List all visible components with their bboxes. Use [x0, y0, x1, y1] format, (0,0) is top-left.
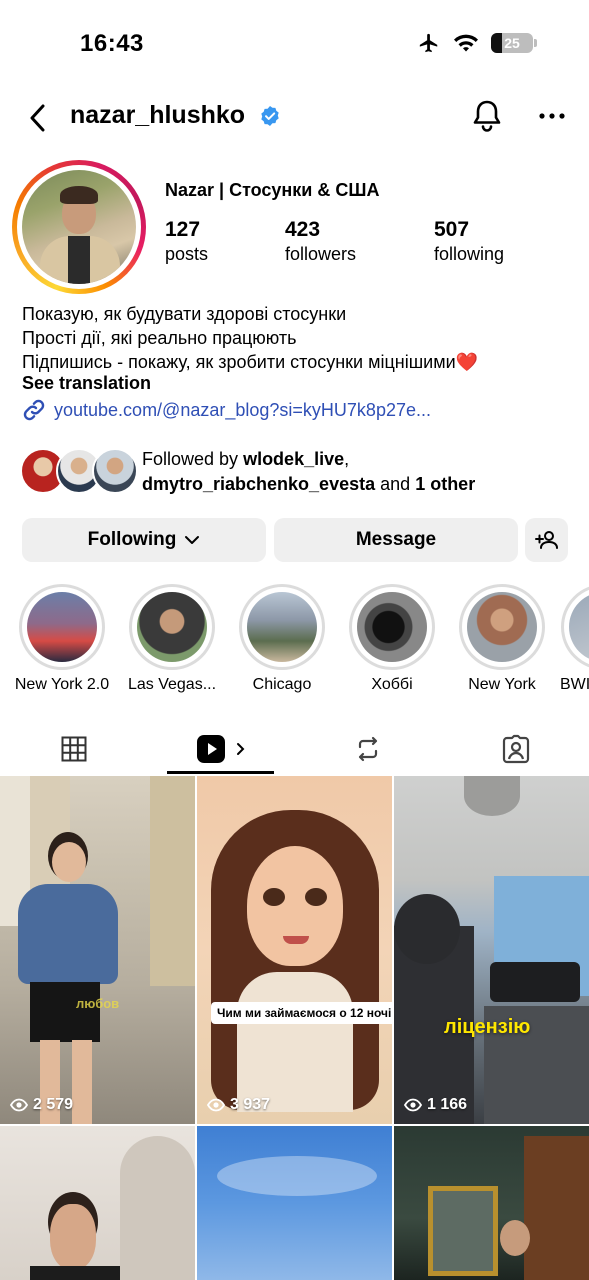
stat-label: posts — [165, 244, 209, 264]
stat-value: 507 — [434, 218, 470, 241]
reel-tile[interactable]: Чим ми займаємося о 12 ночі 3 937 — [197, 776, 392, 1124]
back-icon[interactable] — [24, 100, 52, 136]
reel-tile[interactable] — [197, 1126, 392, 1280]
highlight-hobby[interactable]: Хоббі — [342, 584, 442, 694]
chevron-down-icon — [185, 536, 200, 544]
highlight-label: Chicago — [252, 676, 312, 693]
page-title-username: nazar_hlushko — [70, 101, 246, 129]
active-tab-indicator — [167, 771, 274, 774]
reel-caption: ліцензію — [444, 1016, 531, 1038]
grid-icon — [61, 736, 86, 762]
tab-posts-grid[interactable] — [0, 722, 147, 776]
heart-emoji-icon: ❤️ — [455, 352, 479, 372]
battery-icon: 25 — [491, 33, 537, 53]
verified-badge-icon — [261, 106, 279, 126]
reels-play-icon — [196, 735, 225, 763]
stat-value: 423 — [285, 218, 321, 241]
highlight-label: New York 2.0 — [14, 676, 110, 693]
display-name: Nazar | Стосунки & США — [165, 180, 380, 200]
tab-tagged[interactable] — [466, 722, 566, 776]
message-button-label: Message — [355, 529, 437, 550]
profile-link[interactable]: youtube.com/@nazar_blog?si=kyHU7k8p27e..… — [22, 398, 431, 422]
stat-posts[interactable]: 127 posts — [165, 218, 208, 265]
stat-followers[interactable]: 423 followers — [285, 218, 356, 265]
reel-tile[interactable]: любов 2 579 — [0, 776, 195, 1124]
profile-link-text[interactable]: youtube.com/@nazar_blog?si=kyHU7k8p27e..… — [54, 400, 431, 421]
reel-views: 3 937 — [207, 1096, 270, 1114]
highlight-label: Las Vegas... — [127, 676, 217, 693]
reel-tile[interactable] — [394, 1126, 589, 1280]
status-bar: 16:43 25 — [0, 0, 589, 88]
reel-views: 2 579 — [10, 1096, 73, 1114]
bio-line: Підпишись - покажу, як зробити стосунки … — [22, 352, 479, 372]
tab-reposts[interactable] — [320, 722, 416, 776]
status-icons: 25 — [417, 32, 537, 54]
highlight-label: BWI — [560, 676, 589, 693]
add-person-icon — [534, 531, 558, 549]
notifications-bell-icon[interactable] — [470, 98, 504, 134]
stat-label: followers — [285, 244, 357, 264]
reel-tile[interactable]: ліцензію 1 166 — [394, 776, 589, 1124]
highlight-label: New York — [468, 676, 536, 693]
followed-by-text[interactable]: Followed by wlodek_live, dmytro_riabchen… — [142, 447, 475, 497]
airplane-mode-icon — [419, 33, 438, 53]
reel-tile[interactable] — [0, 1126, 195, 1280]
link-icon — [23, 399, 45, 421]
tab-reels[interactable] — [167, 722, 274, 776]
highlight-bwi[interactable]: BWI — [554, 584, 589, 694]
message-button[interactable]: Message — [274, 518, 518, 562]
story-highlights: New York 2.0 Las Vegas... Chicago Хоббі … — [0, 584, 589, 704]
eye-icon — [207, 1098, 225, 1112]
highlight-label: Хоббі — [371, 676, 413, 693]
tagged-person-icon — [502, 734, 530, 764]
highlight-chicago[interactable]: Chicago — [232, 584, 332, 694]
highlight-las-vegas[interactable]: Las Vegas... — [122, 584, 222, 694]
stat-following[interactable]: 507 following — [434, 218, 504, 265]
bio: Показую, як будувати здорові стосунки Пр… — [22, 302, 582, 374]
suggested-people-button[interactable] — [525, 518, 568, 562]
bio-line: Показую, як будувати здорові стосунки — [22, 304, 347, 324]
profile-tabs — [0, 722, 589, 776]
reel-caption: Чим ми займаємося о 12 ночі — [211, 1002, 392, 1024]
highlight-new-york[interactable]: New York — [452, 584, 552, 694]
profile-avatar[interactable] — [12, 160, 146, 294]
reels-grid: любов 2 579 Чим ми займаємося о 12 ночі … — [0, 776, 589, 1280]
chevron-right-icon — [236, 743, 244, 755]
repost-icon — [358, 736, 378, 762]
bio-line: Прості дії, які реально працюють — [22, 328, 297, 348]
reel-views: 1 166 — [404, 1096, 467, 1114]
profile-header: nazar_hlushko — [0, 92, 589, 142]
eye-icon — [404, 1098, 422, 1112]
mutual-followers-avatars[interactable] — [20, 448, 138, 496]
eye-icon — [10, 1098, 28, 1112]
more-options-icon[interactable] — [537, 104, 567, 128]
highlight-new-york-2[interactable]: New York 2.0 — [12, 584, 112, 694]
following-button[interactable]: Following — [22, 518, 266, 562]
avatar-photo — [22, 170, 136, 284]
stat-label: following — [434, 244, 505, 264]
avatar — [92, 448, 138, 494]
stat-value: 127 — [165, 218, 201, 241]
see-translation-link[interactable]: See translation — [22, 373, 151, 394]
status-time: 16:43 — [80, 30, 144, 57]
following-button-label: Following — [87, 529, 177, 550]
reel-caption: любов — [76, 996, 120, 1011]
wifi-icon — [454, 34, 478, 52]
